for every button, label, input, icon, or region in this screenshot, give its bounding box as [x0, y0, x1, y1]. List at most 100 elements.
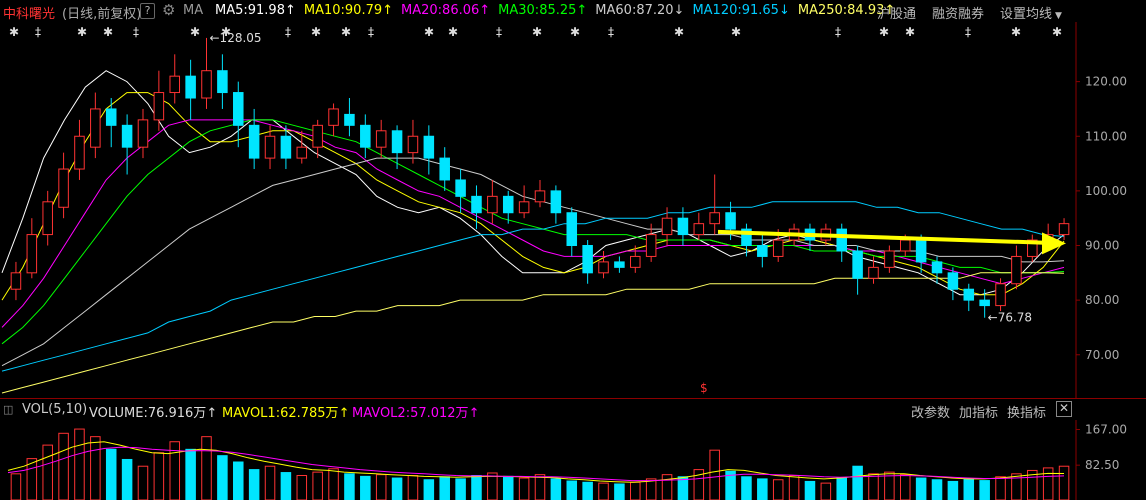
- volume-bar: [598, 482, 609, 500]
- candle-body: [312, 124, 323, 148]
- volume-chart[interactable]: 167.00 82.50: [0, 420, 1146, 500]
- volume-bar: [502, 475, 514, 500]
- menu-set-ma[interactable]: 设置均线 ▼: [1000, 3, 1062, 22]
- menu-hk-connect[interactable]: 沪股通: [877, 3, 916, 22]
- candle-body: [582, 245, 593, 274]
- volume-bar: [788, 475, 800, 500]
- volume-bar: [772, 479, 784, 500]
- candle-body: [598, 261, 609, 274]
- candle-body: [26, 234, 38, 274]
- volume-bar: [201, 436, 212, 500]
- candle-body: [121, 124, 133, 148]
- event-marker-icon: ✱: [9, 25, 19, 39]
- event-marker-icon: ‡: [965, 25, 971, 39]
- candle-body: [328, 108, 339, 126]
- low-price-label: ←76.78: [988, 311, 1032, 325]
- mavol2-value: MAVOL2:57.012万↑: [352, 402, 479, 421]
- candle-body: [630, 255, 641, 268]
- event-marker-icon: ✱: [570, 25, 580, 39]
- volume-bar: [630, 481, 641, 500]
- close-icon[interactable]: ✕: [1056, 401, 1072, 417]
- candle-body: [407, 135, 419, 154]
- volume-bar: [233, 461, 244, 500]
- help-button[interactable]: ?: [140, 3, 155, 19]
- event-marker-icon: ✱: [341, 25, 351, 39]
- volume-bar: [899, 474, 911, 500]
- volume-bar: [391, 477, 403, 500]
- candle-body: [217, 70, 228, 94]
- volume-bar: [582, 481, 593, 500]
- volume-bar: [836, 477, 847, 500]
- candle-body: [1058, 223, 1070, 236]
- volume-bar: [42, 444, 53, 500]
- volume-bar: [1058, 465, 1070, 500]
- candle-body: [502, 195, 514, 214]
- ma-item-ma20: MA20:86.06↑: [401, 3, 491, 18]
- candle-body: [693, 223, 705, 236]
- chevron-down-icon: ▼: [1055, 11, 1062, 21]
- candle-body: [661, 217, 673, 236]
- volume-bar: [105, 448, 117, 500]
- menu-edit-params[interactable]: 改参数: [911, 402, 950, 421]
- candle-body: [677, 217, 689, 236]
- candle-body: [201, 70, 212, 99]
- candle-body: [185, 75, 196, 99]
- volume-bar: [931, 479, 943, 500]
- candle-body: [344, 113, 355, 126]
- collapse-icon[interactable]: ◫: [3, 403, 13, 416]
- volume-bar: [74, 428, 85, 500]
- candle-body: [852, 250, 863, 279]
- candle-body: [772, 239, 784, 257]
- volume-arrow-icon: ↑: [206, 406, 218, 421]
- candle-body: [423, 135, 435, 159]
- period-label: (日线,前复权): [62, 7, 142, 22]
- price-chart[interactable]: 120.00 110.00 100.00 90.00 80.00 70.00 ✱ ‡ ✱ ✱ ‡ ✱ ✱…: [0, 22, 1146, 398]
- event-marker-icon: ‡: [368, 25, 374, 39]
- candle-body: [550, 190, 562, 214]
- volume-bar: [518, 477, 530, 500]
- event-marker-icon: ‡: [608, 25, 614, 39]
- event-marker-icon: ✱: [103, 25, 113, 39]
- event-marker-icon: ‡: [285, 25, 291, 39]
- menu-switch-indicator[interactable]: 换指标: [1007, 402, 1046, 421]
- candle-body: [963, 288, 975, 301]
- volume-bar: [248, 469, 260, 500]
- volume-bar: [312, 471, 323, 500]
- price-tick-label: 70.00: [1085, 348, 1119, 362]
- volume-bar: [709, 449, 720, 500]
- mavol1-value-text: MAVOL1:62.785万: [222, 406, 339, 421]
- volume-bar: [344, 473, 355, 500]
- volume-bar: [645, 478, 657, 500]
- price-tick-label: 110.00: [1085, 129, 1127, 143]
- menu-add-indicator[interactable]: 加指标: [959, 402, 998, 421]
- candle-body: [487, 195, 498, 214]
- candle-body: [58, 168, 69, 208]
- volume-header: ◫ VOL(5,10) VOLUME:76.916万↑ MAVOL1:62.78…: [0, 398, 1146, 421]
- volume-bar: [915, 477, 927, 500]
- candle-body: [169, 75, 181, 94]
- volume-bar: [566, 480, 578, 500]
- mavol1-arrow-icon: ↑: [338, 406, 350, 421]
- event-marker-icon: ‡: [496, 25, 502, 39]
- event-marker-icon: ‡: [835, 25, 841, 39]
- event-marker-icon: ✱: [311, 25, 321, 39]
- menu-margin-trading[interactable]: 融资融券: [932, 3, 984, 22]
- volume-bar: [550, 478, 562, 500]
- candle-body: [915, 239, 927, 263]
- volume-bar: [868, 473, 879, 500]
- event-marker-icon: ✱: [731, 25, 741, 39]
- volume-bar: [153, 452, 165, 500]
- volume-bar: [423, 479, 435, 500]
- volume-bar: [328, 468, 339, 500]
- volume-bar: [407, 475, 419, 500]
- volume-tick-label: 82.50: [1085, 458, 1119, 472]
- settings-gear-icon[interactable]: ⚙: [162, 1, 175, 19]
- volume-bar: [185, 448, 196, 500]
- candle-body: [725, 212, 736, 230]
- volume-bar: [804, 480, 816, 500]
- stock-name[interactable]: 中科曙光: [3, 3, 55, 22]
- volume-bar: [264, 465, 276, 500]
- event-marker-icon: ✱: [424, 25, 434, 39]
- volume-bar: [90, 436, 101, 500]
- event-marker-icon: ✱: [190, 25, 200, 39]
